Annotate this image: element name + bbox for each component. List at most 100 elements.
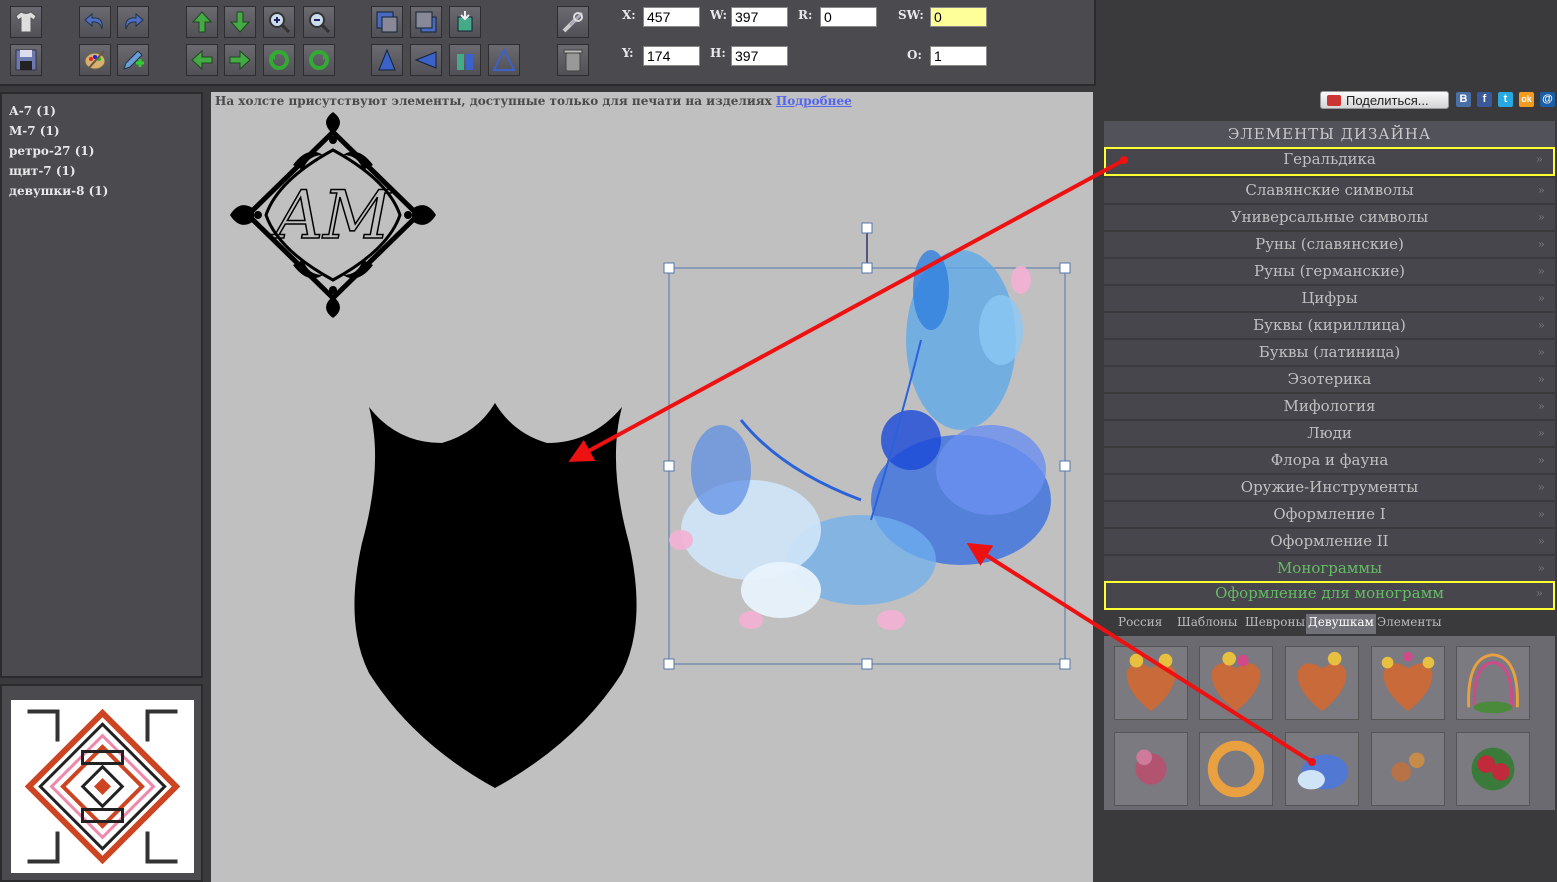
chevron-down-icon: » [1537,399,1545,413]
align-button[interactable] [449,44,481,76]
rotate-left-button[interactable] [263,44,295,76]
thumbnail-heart-flowers[interactable] [1114,646,1188,720]
category-esoterics[interactable]: Эзотерика » [1104,367,1555,392]
floppy-disk-icon [15,49,37,71]
thumbnail-heart-flowers-3[interactable] [1285,646,1359,720]
element-thumbnails [1104,636,1555,810]
facebook-share-icon[interactable]: f [1477,92,1492,107]
category-label: Оформление I [1273,505,1386,523]
category-flora-fauna[interactable]: Флора и фауна » [1104,448,1555,473]
category-label: Буквы (латиница) [1258,343,1401,361]
palette-icon [84,50,106,70]
share-icon [1327,94,1341,106]
share-button[interactable]: Поделиться... [1320,91,1449,109]
h-input[interactable]: 397 [731,46,788,66]
move-left-button[interactable] [186,44,218,76]
thumbnail-red-flower[interactable] [1114,732,1188,806]
sw-input[interactable]: 0 [930,7,987,27]
details-link[interactable]: Подробнее [776,94,852,108]
product-tshirt-button[interactable] [10,6,42,38]
category-universal-symbols[interactable]: Универсальные символы » [1104,205,1555,230]
tab-templates[interactable]: Шаблоны [1177,614,1237,634]
thumbnail-autumn-leaves[interactable] [1371,732,1445,806]
r-input[interactable]: 0 [820,7,877,27]
category-runes-slavic[interactable]: Руны (славянские) » [1104,232,1555,257]
skew-button[interactable] [488,44,520,76]
delete-button[interactable] [557,44,589,76]
center-button[interactable] [449,6,481,38]
chevron-down-icon: » [1535,152,1543,166]
w-input[interactable]: 397 [731,7,788,27]
category-runes-germanic[interactable]: Руны (германские) » [1104,259,1555,284]
move-down-button[interactable] [224,6,256,38]
category-label: Эзотерика [1287,370,1372,388]
rotate-right-button[interactable] [303,44,335,76]
shield-element[interactable] [347,403,644,793]
zoom-out-icon [309,12,331,34]
tools-button[interactable] [557,6,589,38]
redo-icon [125,12,144,30]
r-label: R: [798,8,813,22]
mail-share-icon[interactable]: @ [1540,92,1555,107]
layer-item[interactable]: А-7 (1) [9,103,201,119]
category-letters-cyrillic[interactable]: Буквы (кириллица) » [1104,313,1555,338]
move-right-button[interactable] [224,44,256,76]
bring-front-button[interactable] [371,6,403,38]
y-input[interactable]: 174 [643,46,700,66]
thumbnail-blue-flowers[interactable] [1285,732,1359,806]
y-label: Y: [622,46,634,60]
tab-elements[interactable]: Элементы [1377,614,1442,634]
pencil-plus-icon [123,50,144,70]
layer-item[interactable]: девушки-8 (1) [9,183,201,199]
odnoklassniki-share-icon[interactable]: ok [1519,92,1534,107]
zoom-out-button[interactable] [303,6,335,38]
chevron-down-icon: » [1537,561,1545,575]
tab-for-girls[interactable]: Девушкам [1306,614,1376,634]
category-weapons-tools[interactable]: Оружие-Инструменты » [1104,475,1555,500]
category-digits[interactable]: Цифры » [1104,286,1555,311]
undo-button[interactable] [79,6,111,38]
category-label: Люди [1307,424,1352,442]
save-button[interactable] [10,44,42,76]
layer-item[interactable]: щит-7 (1) [9,163,201,179]
x-input[interactable]: 457 [643,7,700,27]
add-text-button[interactable] [117,44,149,76]
flip-vertical-button[interactable] [371,44,403,76]
layer-item[interactable]: ретро-27 (1) [9,143,201,159]
o-input[interactable]: 1 [930,46,987,66]
tab-russia[interactable]: Россия [1118,614,1162,634]
category-letters-latin[interactable]: Буквы (латиница) » [1104,340,1555,365]
category-heraldry[interactable]: Геральдика » [1104,147,1555,176]
vk-share-icon[interactable]: В [1456,92,1471,107]
design-canvas[interactable]: На холсте присутствуют элементы, доступн… [211,92,1093,882]
category-people[interactable]: Люди » [1104,421,1555,446]
thumbnail-flower-wreath[interactable] [1199,732,1273,806]
chevron-down-icon: » [1537,426,1545,440]
thumbnail-red-roses[interactable] [1456,732,1530,806]
thumbnail-heart-flowers-4[interactable] [1371,646,1445,720]
zoom-in-button[interactable] [263,6,295,38]
colors-button[interactable] [79,44,111,76]
thumbnail-heart-flowers-2[interactable] [1199,646,1273,720]
flower-element-selection[interactable] [661,220,1081,680]
category-decoration-1[interactable]: Оформление I » [1104,502,1555,527]
move-up-button[interactable] [186,6,218,38]
skew-icon [492,47,516,71]
category-monograms[interactable]: Монограммы » [1104,556,1555,581]
layer-item[interactable]: М-7 (1) [9,123,201,139]
send-back-button[interactable] [410,6,442,38]
flip-horizontal-button[interactable] [410,44,442,76]
category-monogram-decoration[interactable]: Оформление для монограмм » [1104,581,1555,610]
twitter-share-icon[interactable]: t [1498,92,1513,107]
monogram-ornament[interactable]: AM [228,110,438,320]
category-label: Геральдика [1283,150,1376,168]
category-slavic-symbols[interactable]: Славянские символы » [1104,178,1555,203]
zoom-in-icon [269,12,291,34]
x-label: X: [622,8,636,22]
thumbnail-rainbow-wreath[interactable] [1456,646,1530,720]
category-decoration-2[interactable]: Оформление II » [1104,529,1555,554]
redo-button[interactable] [117,6,149,38]
category-mythology[interactable]: Мифология » [1104,394,1555,419]
chevron-down-icon: » [1537,453,1545,467]
tab-chevrons[interactable]: Шевроны [1245,614,1305,634]
